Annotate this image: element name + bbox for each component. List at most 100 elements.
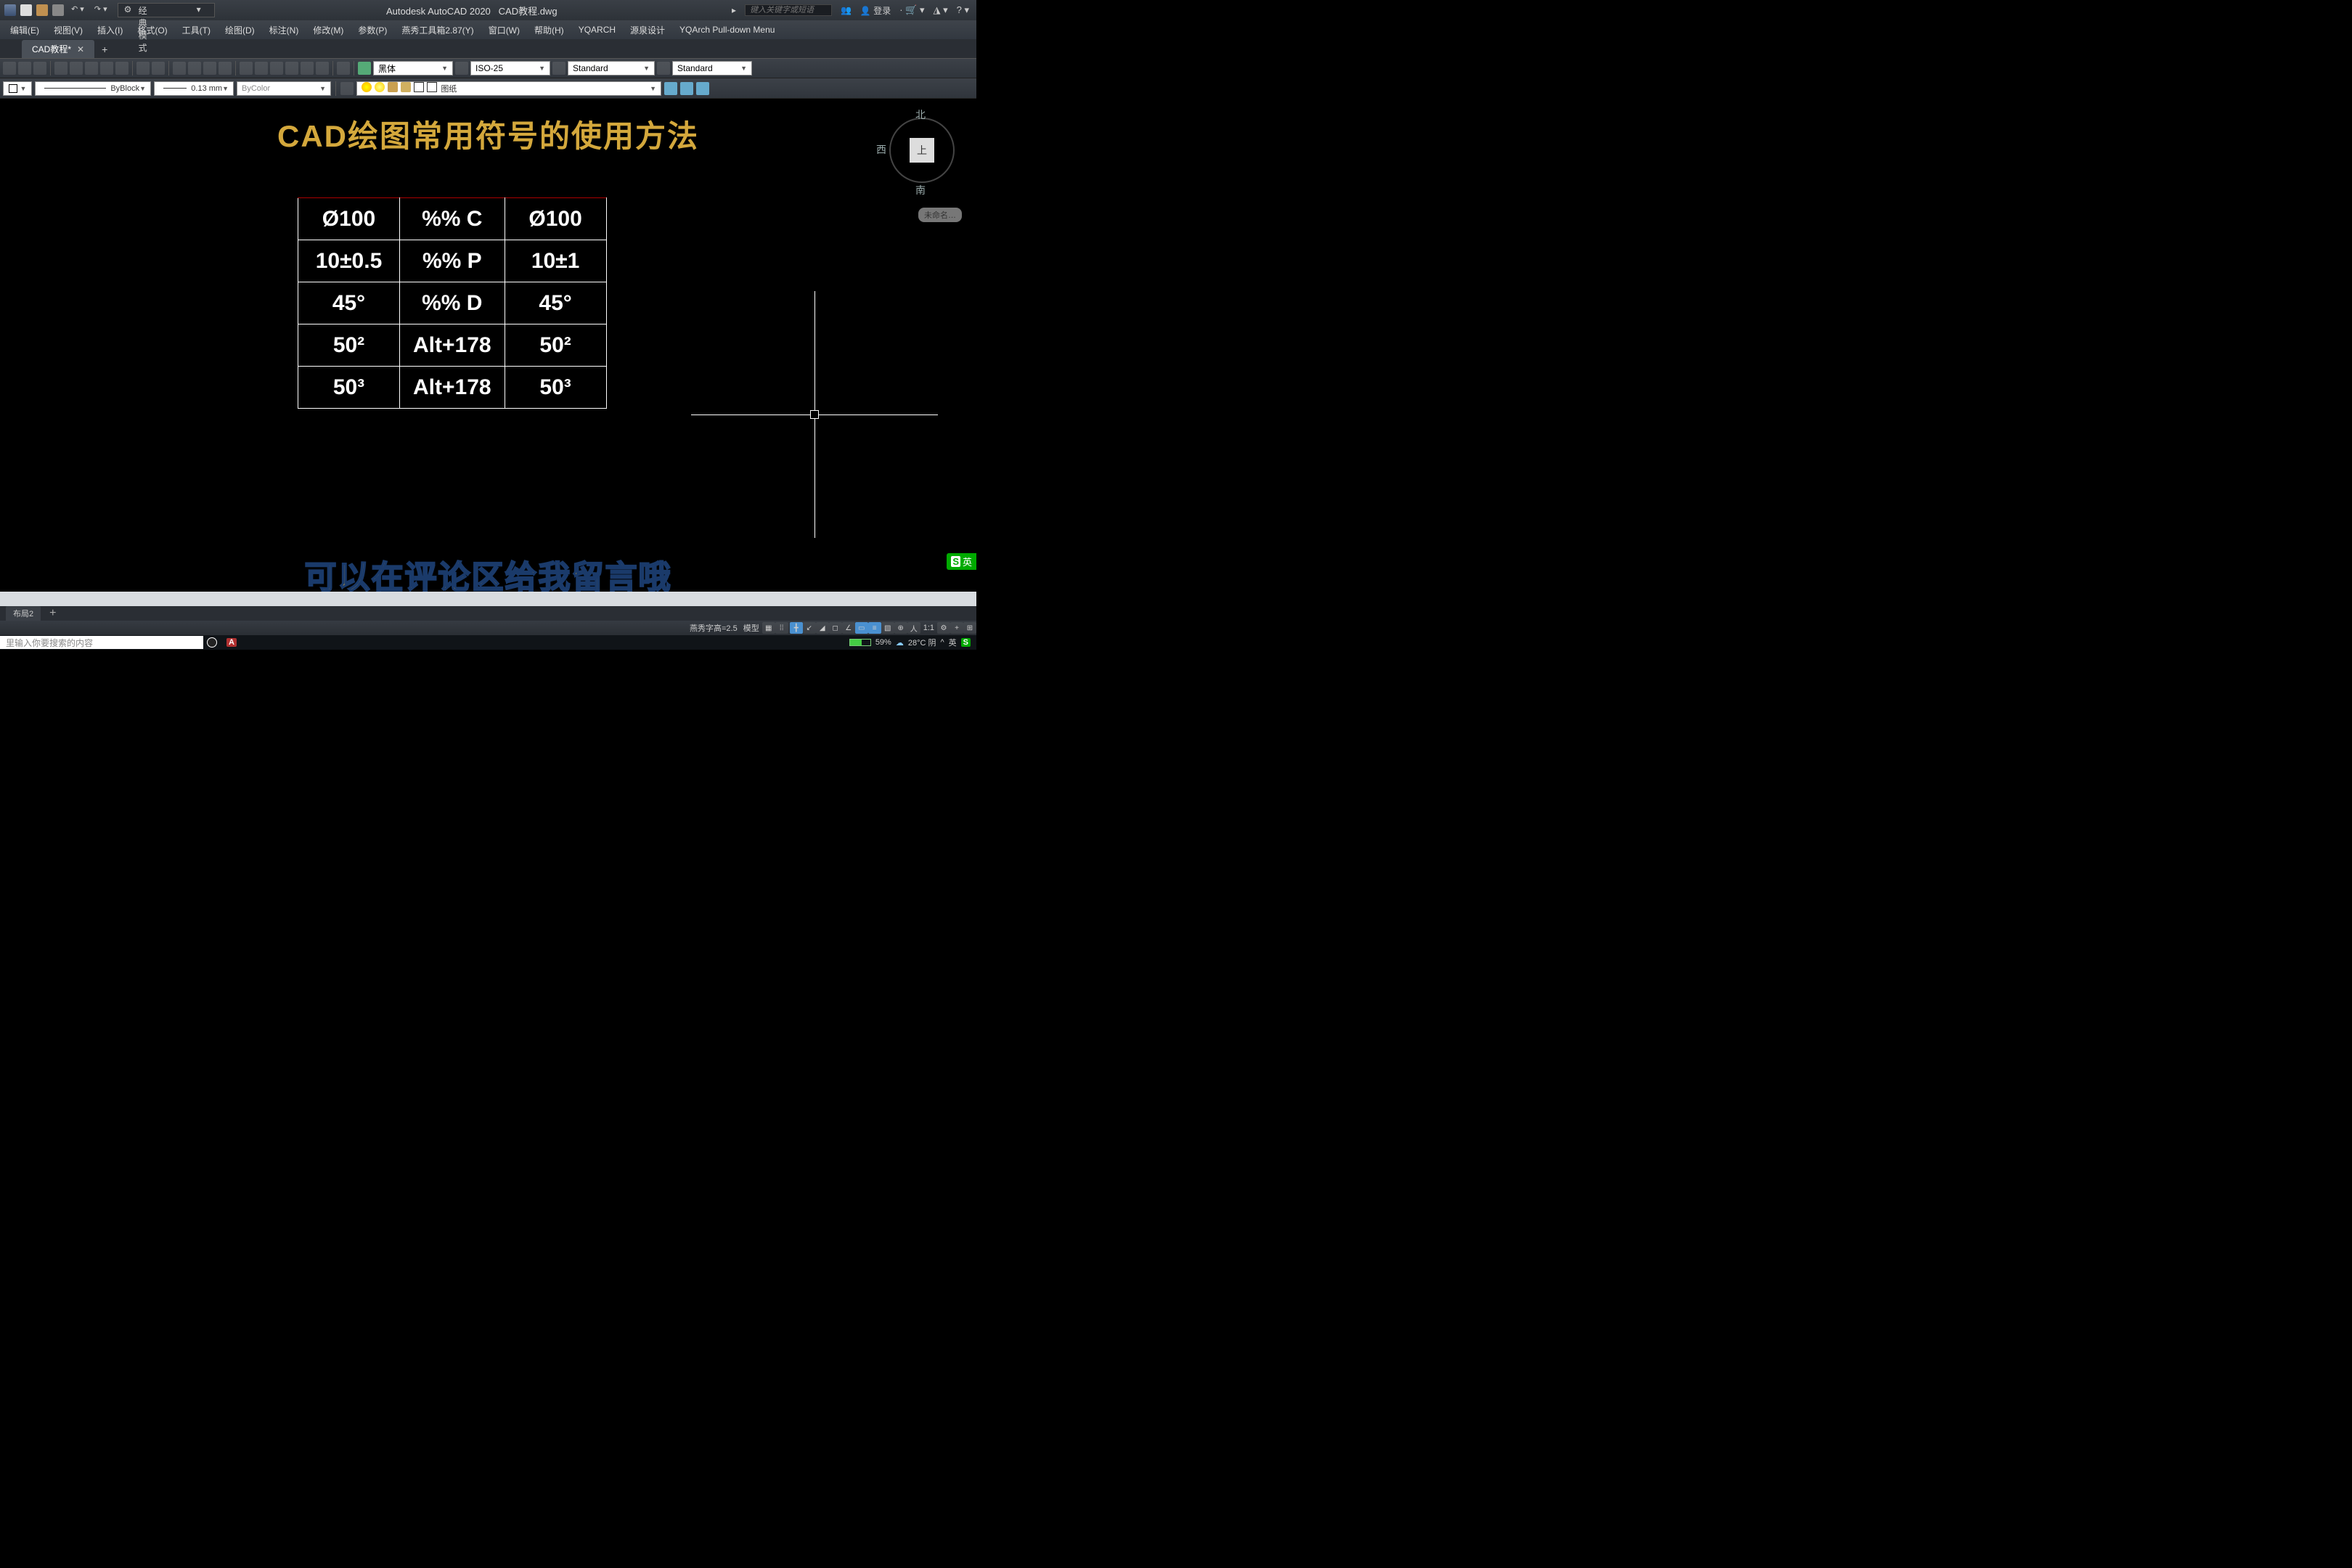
battery-icon[interactable] — [849, 639, 871, 646]
textstyle-btn-icon[interactable] — [552, 62, 565, 75]
tool-zoom-icon[interactable] — [188, 62, 201, 75]
viewcube[interactable]: 上 北 西 南 — [882, 110, 962, 190]
viewcube-top[interactable]: 上 — [910, 138, 934, 163]
workspace-dropdown[interactable]: ⚙ 经典模式 ▾ — [118, 3, 215, 17]
qat-save-icon[interactable] — [4, 4, 16, 16]
status-space[interactable]: 模型 — [740, 622, 762, 634]
taskbar-autocad-icon[interactable]: A — [221, 636, 238, 649]
menu-edit[interactable]: 编辑(E) — [3, 21, 46, 39]
tray-chevron-icon[interactable]: ^ — [940, 638, 944, 647]
menu-draw[interactable]: 绘图(D) — [218, 21, 262, 39]
lineweight-dropdown[interactable]: 0.13 mm▼ — [154, 81, 234, 96]
otrack-icon[interactable]: ∠ — [842, 622, 855, 634]
tool-calc-icon[interactable] — [316, 62, 329, 75]
dimstyle-icon[interactable] — [455, 62, 468, 75]
plotcolor-dropdown[interactable]: ByColor▼ — [237, 81, 331, 96]
ortho-icon[interactable]: ╋ — [790, 622, 803, 634]
layer-manager-icon[interactable] — [340, 82, 354, 95]
menu-yuanquan[interactable]: 源泉设计 — [623, 21, 672, 39]
tool-copy-icon[interactable] — [70, 62, 83, 75]
menu-insert[interactable]: 插入(I) — [90, 21, 130, 39]
tablestyle-dropdown[interactable]: Standard▼ — [672, 61, 752, 75]
linetype-dropdown[interactable]: ByBlock▼ — [35, 81, 151, 96]
qat-new-icon[interactable] — [20, 4, 32, 16]
file-tab[interactable]: CAD教程* ✕ — [22, 40, 94, 58]
user-icon[interactable]: 👤 登录 — [860, 4, 891, 17]
tool-cut-icon[interactable] — [54, 62, 68, 75]
dyninput-icon[interactable]: ▭ — [855, 622, 868, 634]
lineweight-icon[interactable]: ≡ — [868, 622, 881, 634]
help-icon[interactable]: ? ▾ — [957, 4, 969, 16]
snap-icon[interactable]: ⁞⁞ — [775, 622, 788, 634]
tool-sheet-icon[interactable] — [270, 62, 283, 75]
windows-search[interactable]: 里输入你要搜索的内容 — [0, 636, 203, 649]
tool-undo-icon[interactable] — [136, 62, 150, 75]
tool-help-icon[interactable] — [337, 62, 350, 75]
tool-new-icon[interactable] — [3, 62, 16, 75]
customize-icon[interactable]: ⊞ — [963, 622, 976, 634]
tool-pan-icon[interactable] — [173, 62, 186, 75]
menu-window[interactable]: 窗口(W) — [481, 21, 527, 39]
menu-format[interactable]: 格式(O) — [130, 21, 174, 39]
cart-icon[interactable]: · 🛒 ▾ — [899, 4, 924, 16]
layer-state-icon[interactable] — [696, 82, 709, 95]
color-dropdown[interactable]: ▼ — [3, 81, 32, 96]
layer-iso-icon[interactable] — [664, 82, 677, 95]
cycling-icon[interactable]: ⊕ — [894, 622, 907, 634]
people-icon[interactable]: 👥 — [841, 5, 852, 15]
dimstyle-dropdown[interactable]: ISO-25▼ — [470, 61, 550, 75]
workspace-icon[interactable]: ⚙ — [937, 622, 950, 634]
transparency-icon[interactable]: ▧ — [881, 622, 894, 634]
osnap-icon[interactable]: ◻ — [829, 622, 842, 634]
menu-tools[interactable]: 工具(T) — [175, 21, 218, 39]
isodraft-icon[interactable]: ◢ — [816, 622, 829, 634]
tool-zoomwin-icon[interactable] — [203, 62, 216, 75]
menu-params[interactable]: 参数(P) — [351, 21, 394, 39]
grid-icon[interactable]: ▦ — [762, 622, 775, 634]
layer-prev-icon[interactable] — [680, 82, 693, 95]
qat-print-icon[interactable] — [52, 4, 64, 16]
qat-open-icon[interactable] — [36, 4, 48, 16]
tool-zoomprev-icon[interactable] — [219, 62, 232, 75]
menu-yqarch[interactable]: YQARCH — [571, 22, 623, 38]
polar-icon[interactable]: ↙ — [803, 622, 816, 634]
layer-dropdown[interactable]: 图纸 ▼ — [356, 81, 661, 96]
command-line[interactable] — [0, 592, 976, 606]
menu-help[interactable]: 帮助(H) — [527, 21, 571, 39]
tool-props-icon[interactable] — [240, 62, 253, 75]
textstyle-dropdown[interactable]: Standard▼ — [568, 61, 655, 75]
menu-modify[interactable]: 修改(M) — [306, 21, 351, 39]
menu-yanxiu[interactable]: 燕秀工具箱2.87(Y) — [394, 21, 481, 39]
annoscale[interactable]: 1:1 — [920, 624, 937, 632]
qat-undo-icon[interactable]: ↶ ▾ — [68, 4, 87, 16]
tool-markup-icon[interactable] — [301, 62, 314, 75]
layout-add-button[interactable]: + — [44, 605, 62, 621]
share-icon[interactable]: ◮ ▾ — [933, 4, 947, 16]
infocenter-search[interactable] — [745, 4, 832, 16]
tablestyle-icon[interactable] — [657, 62, 670, 75]
tool-save-icon[interactable] — [33, 62, 46, 75]
font-dropdown[interactable]: 黑体▼ — [373, 61, 453, 75]
qat-redo-icon[interactable]: ↷ ▾ — [91, 4, 110, 16]
weather-icon[interactable]: ☁ — [896, 638, 904, 648]
tool-tool-icon[interactable] — [285, 62, 298, 75]
menu-dimension[interactable]: 标注(N) — [262, 21, 306, 39]
tool-paste-icon[interactable] — [85, 62, 98, 75]
tool-match-icon[interactable] — [100, 62, 113, 75]
infocenter-arrow-icon[interactable]: ▸ — [732, 5, 736, 15]
tool-redo-icon[interactable] — [152, 62, 165, 75]
menu-view[interactable]: 视图(V) — [46, 21, 90, 39]
tool-design-icon[interactable] — [255, 62, 268, 75]
tray-ime[interactable]: 英 — [949, 637, 957, 648]
new-tab-button[interactable]: + — [96, 41, 113, 58]
tool-open-icon[interactable] — [18, 62, 31, 75]
tray-sogou-icon[interactable]: S — [961, 638, 971, 647]
view-label[interactable]: 未命名… — [918, 208, 962, 222]
close-icon[interactable]: ✕ — [77, 44, 84, 54]
plus-icon[interactable]: + — [950, 622, 963, 634]
textstyle-icon[interactable] — [358, 62, 371, 75]
tool-brush-icon[interactable] — [115, 62, 128, 75]
cortana-icon[interactable] — [203, 636, 221, 649]
drawing-canvas[interactable]: CAD绘图常用符号的使用方法 Ø100 %% C Ø100 10±0.5 %% … — [0, 99, 976, 592]
ime-badge[interactable]: S 英 — [947, 553, 976, 570]
